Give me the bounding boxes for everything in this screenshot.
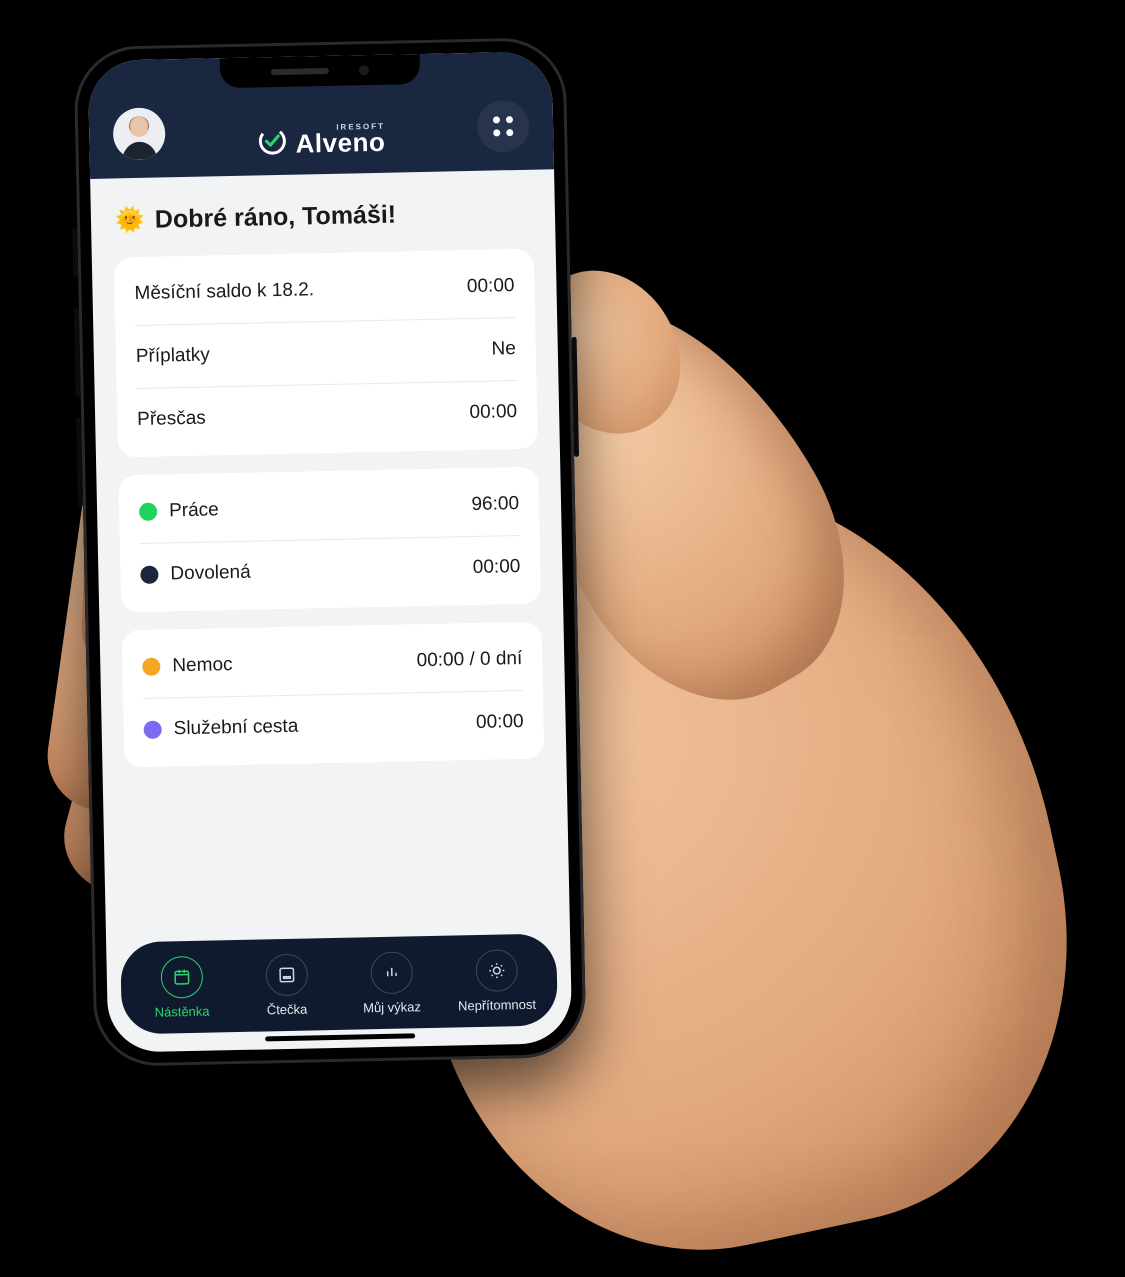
summary-label: Přesčas — [137, 408, 206, 431]
summary-value: 00:00 — [469, 401, 517, 424]
dot-icon — [139, 503, 157, 521]
dot-icon — [142, 658, 160, 676]
summary-value: Ne — [491, 338, 516, 361]
summary-card: Měsíční saldo k 18.2. 00:00 Příplatky Ne… — [114, 249, 538, 458]
activity-card: Práce 96:00 Dovolená 00:00 — [118, 467, 541, 613]
apps-icon — [493, 116, 513, 136]
nav-absence[interactable]: Nepřítomnost — [443, 948, 549, 1013]
absence-label: Nemoc — [172, 654, 233, 677]
bottom-nav: Nástěnka Čtečka Můj výkaz — [120, 933, 558, 1034]
nav-label: Čtečka — [267, 1001, 308, 1017]
summary-row[interactable]: Příplatky Ne — [135, 317, 516, 388]
activity-value: 96:00 — [471, 493, 519, 516]
absence-value: 00:00 — [476, 711, 524, 734]
apps-button[interactable] — [477, 100, 530, 153]
nav-dashboard[interactable]: Nástěnka — [128, 955, 234, 1020]
greeting-text: Dobré ráno, Tomáši! — [155, 201, 397, 235]
summary-row[interactable]: Přesčas 00:00 — [137, 380, 518, 451]
activity-value: 00:00 — [473, 556, 521, 579]
nav-report[interactable]: Můj výkaz — [338, 950, 444, 1015]
activity-row[interactable]: Dovolená 00:00 — [140, 535, 521, 606]
summary-row[interactable]: Měsíční saldo k 18.2. 00:00 — [134, 255, 515, 325]
brand-name: Alveno — [295, 129, 385, 157]
screen: IRESOFT Alveno 🌞 Dobré ráno, Tomáši! — [88, 51, 573, 1052]
sun-icon: 🌞 — [115, 206, 145, 236]
dot-icon — [140, 566, 158, 584]
absence-value: 00:00 / 0 dní — [416, 648, 522, 672]
activity-row[interactable]: Práce 96:00 — [138, 473, 519, 543]
absence-label: Služební cesta — [173, 716, 298, 741]
dot-icon — [143, 721, 161, 739]
sun-icon — [475, 949, 518, 992]
activity-label: Dovolená — [170, 562, 251, 586]
absence-row[interactable]: Nemoc 00:00 / 0 dní — [142, 628, 523, 698]
nav-label: Nástěnka — [154, 1003, 209, 1019]
brand-logo: IRESOFT Alveno — [257, 123, 385, 158]
summary-label: Měsíční saldo k 18.2. — [134, 279, 314, 305]
summary-value: 00:00 — [467, 275, 515, 298]
nav-label: Nepřítomnost — [458, 996, 536, 1013]
phone-frame: IRESOFT Alveno 🌞 Dobré ráno, Tomáši! — [73, 37, 586, 1067]
avatar[interactable] — [113, 107, 166, 160]
activity-label: Práce — [169, 499, 219, 522]
logo-mark-icon — [257, 126, 288, 157]
content: 🌞 Dobré ráno, Tomáši! Měsíční saldo k 18… — [90, 169, 570, 935]
chart-icon — [370, 951, 413, 994]
summary-label: Příplatky — [136, 344, 210, 368]
nav-reader[interactable]: Čtečka — [233, 952, 339, 1017]
absence-row[interactable]: Služební cesta 00:00 — [143, 690, 524, 761]
reader-icon — [265, 953, 308, 996]
absence-card: Nemoc 00:00 / 0 dní Služební cesta 00:00 — [122, 622, 545, 768]
greeting: 🌞 Dobré ráno, Tomáši! — [115, 198, 532, 236]
calendar-icon — [160, 955, 203, 998]
home-indicator[interactable] — [265, 1033, 415, 1041]
nav-label: Můj výkaz — [363, 999, 421, 1015]
